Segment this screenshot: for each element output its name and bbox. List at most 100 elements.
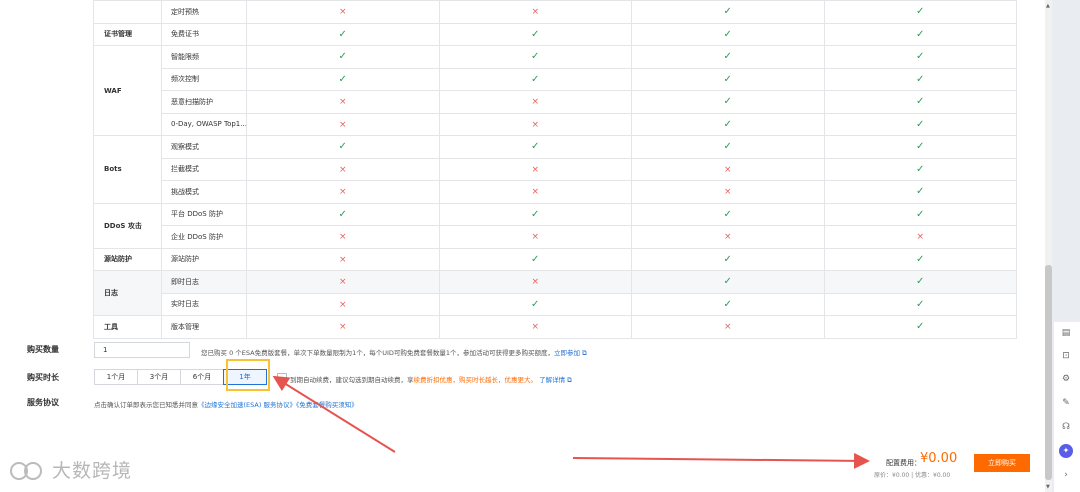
plan-value-cell: ✓ (823, 22, 1017, 46)
check-icon: ✓ (916, 141, 925, 153)
scroll-up-arrow-icon[interactable]: ▲ (1046, 3, 1050, 9)
check-icon: ✓ (338, 208, 347, 220)
plan-value-cell: × (438, 180, 632, 204)
cart-icon[interactable]: ⊡ (1059, 349, 1073, 363)
free-plan-notice-link[interactable]: 《免费套餐购买须知》 (296, 401, 358, 409)
cross-icon: × (338, 97, 347, 108)
learn-more-link[interactable]: 了解详情 (539, 376, 565, 384)
duration-6-months[interactable]: 6个月 (180, 369, 224, 385)
check-icon: ✓ (531, 298, 540, 310)
cross-icon: × (531, 7, 540, 18)
check-icon: ✓ (531, 208, 540, 220)
watermark-text: 大数跨境 (52, 460, 133, 482)
plan-value-cell: ✓ (246, 67, 440, 91)
feature-table-body: 定时预热 × × ✓ ✓ 证书管理 免费证书 ✓ ✓ ✓ ✓ WAF 智能限频 ✓ ✓ ✓ ✓ 频次控制 ✓ ✓ ✓ ✓ 恶… (93, 0, 1017, 339)
plan-value-cell: × (246, 0, 440, 24)
buy-now-button[interactable]: 立即购买 (974, 454, 1030, 472)
scroll-down-arrow-icon[interactable]: ▼ (1046, 484, 1050, 490)
check-icon: ✓ (723, 253, 732, 265)
check-icon: ✓ (916, 73, 925, 85)
settings-icon[interactable]: ⚙ (1059, 372, 1073, 386)
external-link-icon: ⧉ (582, 349, 587, 357)
plan-value-cell: ✓ (823, 315, 1017, 339)
plan-value-cell: × (631, 225, 825, 249)
auto-renew-checkbox[interactable] (277, 373, 287, 383)
category-cell: DDoS 攻击 (93, 202, 162, 249)
join-activity-link[interactable]: 立即参加 (554, 349, 580, 357)
feature-name-cell: 频次控制 (161, 67, 247, 91)
check-icon: ✓ (916, 163, 925, 175)
plan-value-cell: ✓ (823, 45, 1017, 69)
plan-value-cell: ✓ (631, 270, 825, 294)
fee-label: 配置费用： (886, 459, 921, 467)
plan-value-cell: ✓ (246, 45, 440, 69)
category-cell: 日志 (93, 270, 162, 316)
check-icon: ✓ (338, 73, 347, 85)
check-icon: ✓ (531, 28, 540, 40)
plan-value-cell: × (246, 292, 440, 316)
check-icon: ✓ (531, 253, 540, 265)
plan-value-cell: ✓ (823, 247, 1017, 271)
plan-value-cell: ✓ (631, 67, 825, 91)
check-icon: ✓ (723, 51, 732, 63)
plan-value-cell: ✓ (631, 90, 825, 114)
check-icon: ✓ (916, 298, 925, 310)
support-headset-icon[interactable]: ☊ (1059, 420, 1073, 434)
watermark-logo-icon (10, 462, 42, 480)
ai-assistant-icon[interactable]: ✦ (1059, 444, 1073, 458)
plan-value-cell: ✓ (823, 112, 1017, 136)
plan-value-cell: ✓ (631, 0, 825, 24)
duration-1-month[interactable]: 1个月 (94, 369, 138, 385)
table-row: 挑战模式 × × × ✓ (94, 180, 1017, 204)
plan-value-cell: × (246, 90, 440, 114)
highlight-box (226, 359, 270, 391)
plan-value-cell: ✓ (631, 202, 825, 226)
purchase-card: 定时预热 × × ✓ ✓ 证书管理 免费证书 ✓ ✓ ✓ ✓ WAF 智能限频 ✓ ✓ ✓ ✓ 频次控制 ✓ ✓ ✓ ✓ 恶… (0, 0, 1045, 432)
feature-comparison-table: 定时预热 × × ✓ ✓ 证书管理 免费证书 ✓ ✓ ✓ ✓ WAF 智能限频 ✓ ✓ ✓ ✓ 频次控制 ✓ ✓ ✓ ✓ 恶… (93, 0, 1017, 339)
document-icon[interactable]: ▤ (1059, 326, 1073, 340)
table-row: DDoS 攻击 平台 DDoS 防护 ✓ ✓ ✓ ✓ (93, 202, 1017, 249)
cross-icon: × (531, 232, 540, 243)
cross-icon: × (531, 119, 540, 130)
qty-hint-text: 您已购买 0 个ESA免费版套餐，单次下单数量限制为1个，每个UID可购免费套餐… (201, 349, 555, 357)
cross-icon: × (531, 277, 540, 288)
cross-icon: × (338, 254, 347, 265)
qty-input[interactable]: 1 (94, 342, 190, 358)
feature-name-cell: 观察模式 (161, 135, 247, 159)
feature-name-cell: 实时日志 (161, 292, 247, 316)
plan-value-cell: ✓ (631, 112, 825, 136)
table-row: 恶意扫描防护 × × ✓ ✓ (94, 90, 1017, 114)
cross-icon: × (338, 277, 347, 288)
duration-3-months[interactable]: 3个月 (137, 369, 181, 385)
plan-value-cell: ✓ (246, 202, 440, 226)
check-icon: ✓ (916, 6, 925, 18)
table-row: 实时日志 × ✓ ✓ ✓ (94, 292, 1017, 316)
plan-value-cell: ✓ (823, 0, 1017, 24)
feature-name-cell: 源站防护 (161, 247, 247, 271)
plan-value-cell: ✓ (631, 247, 825, 271)
plan-value-cell: ✓ (438, 292, 632, 316)
cross-icon: × (531, 97, 540, 108)
check-icon: ✓ (723, 141, 732, 153)
renew-discount-text: 续费折扣优惠，购买时长越长，优惠更大。 (413, 376, 538, 384)
agreement-label: 服务协议 (27, 398, 59, 407)
check-icon: ✓ (531, 51, 540, 63)
qty-hint: 您已购买 0 个ESA免费版套餐，单次下单数量限制为1个，每个UID可购免费套餐… (201, 347, 587, 358)
table-row: 证书管理 免费证书 ✓ ✓ ✓ ✓ (93, 22, 1017, 46)
check-icon: ✓ (916, 186, 925, 198)
edit-icon[interactable]: ✎ (1059, 396, 1073, 410)
check-icon: ✓ (916, 253, 925, 265)
auto-renew-text: 到期自动续费，建议勾选到期自动续费，享 (290, 376, 414, 384)
feature-name-cell: 版本管理 (161, 315, 247, 339)
plan-value-cell: × (246, 225, 440, 249)
esa-agreement-link[interactable]: 《边缘安全加速(ESA) 服务协议》 (198, 401, 296, 409)
feature-name-cell: 企业 DDoS 防护 (161, 225, 247, 249)
plan-value-cell: × (438, 315, 632, 339)
chevron-right-icon[interactable]: › (1059, 468, 1073, 482)
plan-value-cell: × (631, 315, 825, 339)
table-row: 工具 版本管理 × × × ✓ (93, 315, 1017, 339)
scrollbar-thumb[interactable] (1045, 265, 1052, 480)
plan-value-cell: × (246, 157, 440, 181)
plan-value-cell: ✓ (438, 22, 632, 46)
plan-value-cell: × (438, 157, 632, 181)
